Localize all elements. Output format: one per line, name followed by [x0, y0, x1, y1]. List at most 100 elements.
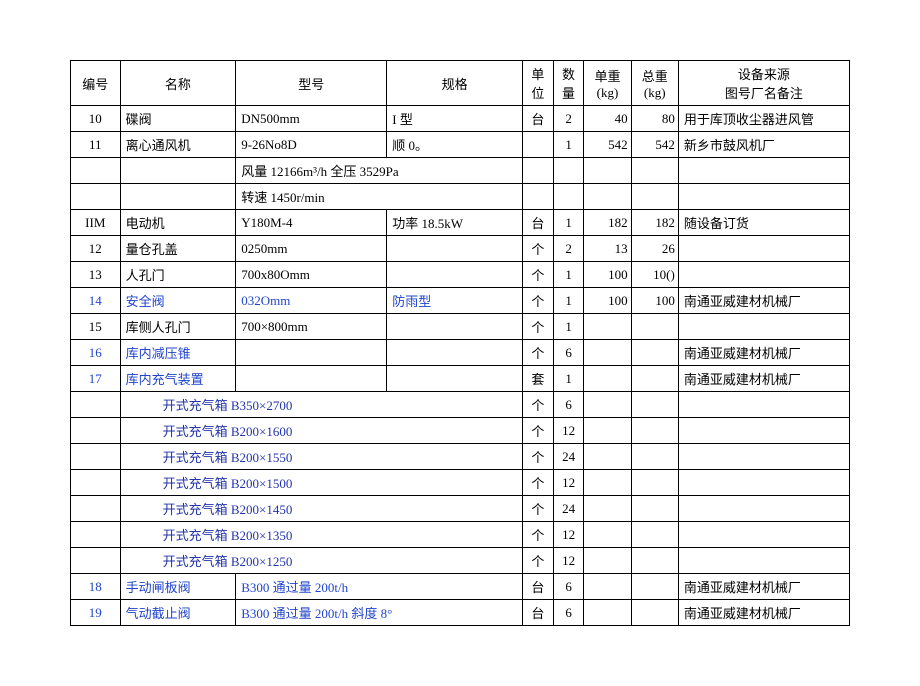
cell [631, 366, 678, 392]
cell: 6 [553, 600, 584, 626]
cell [631, 444, 678, 470]
cell [631, 340, 678, 366]
cell: 9-26No8D [236, 132, 387, 158]
cell: 12 [553, 418, 584, 444]
cell [553, 158, 584, 184]
cell [71, 470, 121, 496]
cell: 17 [71, 366, 121, 392]
cell: 台 [523, 210, 554, 236]
cell [678, 548, 849, 574]
cell [584, 522, 631, 548]
cell [631, 184, 678, 210]
cell [71, 418, 121, 444]
cell: 1 [553, 314, 584, 340]
cell: 15 [71, 314, 121, 340]
cell: 16 [71, 340, 121, 366]
cell: 套 [523, 366, 554, 392]
cell: 个 [523, 340, 554, 366]
cell [553, 184, 584, 210]
cell [631, 314, 678, 340]
cell [584, 158, 631, 184]
cell [584, 496, 631, 522]
cell: 13 [584, 236, 631, 262]
cell: 随设备订货 [678, 210, 849, 236]
cell: 032Omm [236, 288, 387, 314]
cell [71, 158, 121, 184]
cell: 100 [584, 288, 631, 314]
cell: 个 [523, 496, 554, 522]
cell: 12 [553, 522, 584, 548]
cell [71, 496, 121, 522]
cell: 转速 1450r/min [236, 184, 523, 210]
table-row: 14安全阀032Omm防雨型个1100100南通亚威建材机械厂 [71, 288, 850, 314]
cell: 库内充气装置 [120, 366, 236, 392]
cell [71, 444, 121, 470]
cell: 100 [631, 288, 678, 314]
cell [584, 340, 631, 366]
cell: 台 [523, 600, 554, 626]
table-row: 开式充气箱 B200×1500个12 [71, 470, 850, 496]
cell: 18 [71, 574, 121, 600]
cell: 开式充气箱 B200×1350 [120, 522, 522, 548]
cell: 个 [523, 288, 554, 314]
cell: 功率 18.5kW [387, 210, 523, 236]
cell: IIM [71, 210, 121, 236]
cell [387, 340, 523, 366]
cell [678, 522, 849, 548]
cell: 12 [553, 548, 584, 574]
cell: 19 [71, 600, 121, 626]
cell: 6 [553, 340, 584, 366]
cell [584, 548, 631, 574]
cell [584, 574, 631, 600]
cell: 安全阀 [120, 288, 236, 314]
cell: 防雨型 [387, 288, 523, 314]
cell: 1 [553, 288, 584, 314]
cell: 12 [553, 470, 584, 496]
cell: 台 [523, 106, 554, 132]
cell [71, 522, 121, 548]
cell [584, 184, 631, 210]
table-row: 10碟阀DN500mmI 型台24080用于库顶收尘器进风管 [71, 106, 850, 132]
table-body: 10碟阀DN500mmI 型台24080用于库顶收尘器进风管11离心通风机9-2… [71, 106, 850, 626]
cell: 个 [523, 236, 554, 262]
table-row: 18手动闸板阀B300 通过量 200t/h台6南通亚威建材机械厂 [71, 574, 850, 600]
cell: 2 [553, 236, 584, 262]
cell [584, 314, 631, 340]
table-row: 19气动截止阀B300 通过量 200t/h 斜度 8°台6南通亚威建材机械厂 [71, 600, 850, 626]
cell [387, 262, 523, 288]
cell: 个 [523, 470, 554, 496]
header-tw: 总重(kg) [631, 61, 678, 106]
cell: 700x80Omm [236, 262, 387, 288]
table-row: IIM电动机Y180M-4功率 18.5kW台1182182随设备订货 [71, 210, 850, 236]
cell: 人孔门 [120, 262, 236, 288]
cell: 182 [631, 210, 678, 236]
cell [631, 470, 678, 496]
cell: 南通亚威建材机械厂 [678, 288, 849, 314]
cell [523, 184, 554, 210]
cell: 新乡市鼓风机厂 [678, 132, 849, 158]
cell [678, 392, 849, 418]
cell [120, 184, 236, 210]
cell [387, 366, 523, 392]
cell: 个 [523, 392, 554, 418]
cell [236, 340, 387, 366]
cell: 24 [553, 496, 584, 522]
table-row: 13人孔门700x80Omm个110010() [71, 262, 850, 288]
table-row: 16库内减压锥个6南通亚威建材机械厂 [71, 340, 850, 366]
cell [631, 418, 678, 444]
cell: 电动机 [120, 210, 236, 236]
cell: 12 [71, 236, 121, 262]
cell: 个 [523, 314, 554, 340]
cell [387, 314, 523, 340]
header-name: 名称 [120, 61, 236, 106]
cell: 顺 0。 [387, 132, 523, 158]
cell: 6 [553, 574, 584, 600]
cell [236, 366, 387, 392]
cell [631, 522, 678, 548]
cell: 南通亚威建材机械厂 [678, 366, 849, 392]
cell: 个 [523, 418, 554, 444]
cell: 个 [523, 522, 554, 548]
cell: 南通亚威建材机械厂 [678, 340, 849, 366]
cell: 542 [584, 132, 631, 158]
cell: 2 [553, 106, 584, 132]
